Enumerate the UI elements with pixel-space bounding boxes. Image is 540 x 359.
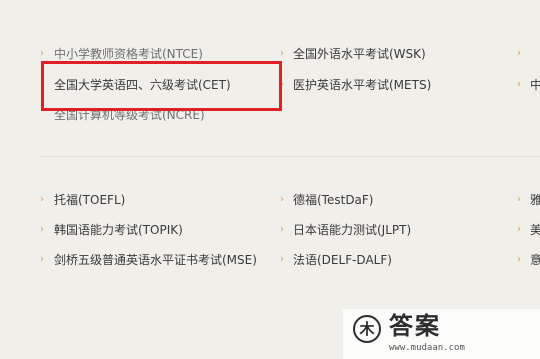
watermark-title: 答案 [389, 312, 441, 340]
exam-link-topik[interactable]: 韩国语能力考试(TOPIK) [54, 222, 183, 238]
chevron-right-icon: › [517, 194, 521, 205]
chevron-right-icon: › [40, 194, 44, 205]
exam-link-mse[interactable]: 剑桥五级普通英语水平证书考试(MSE) [54, 252, 257, 268]
exam-link-testdaf[interactable]: 德福(TestDaF) [293, 192, 374, 208]
exam-link-col3-row2[interactable]: 中 [530, 77, 540, 93]
chevron-right-icon: › [280, 224, 284, 235]
exam-link-col3-row1-bottom[interactable]: 雅 [530, 192, 540, 208]
chevron-right-icon: › [280, 48, 284, 59]
watermark-logo-icon: 木 [353, 315, 381, 343]
chevron-right-icon: › [517, 48, 521, 59]
exam-link-cet[interactable]: 全国大学英语四、六级考试(CET) [54, 77, 231, 93]
exam-link-toefl[interactable]: 托福(TOEFL) [54, 192, 125, 208]
exam-link-delf[interactable]: 法语(DELF-DALF) [293, 252, 392, 268]
exam-link-col3-row3-bottom[interactable]: 意 [530, 252, 540, 268]
section-divider [40, 156, 540, 157]
watermark-url: www.mudaan.com [389, 343, 465, 353]
chevron-right-icon: › [517, 79, 521, 90]
chevron-right-icon: › [40, 224, 44, 235]
exam-link-wsk[interactable]: 全国外语水平考试(WSK) [293, 46, 426, 62]
chevron-right-icon: › [517, 254, 521, 265]
chevron-right-icon: › [40, 48, 44, 59]
chevron-right-icon: › [40, 254, 44, 265]
exam-link-ntce[interactable]: 中小学教师资格考试(NTCE) [54, 46, 203, 62]
exam-link-ncre[interactable]: 全国计算机等级考试(NCRE) [54, 107, 205, 123]
exam-link-col3-row2-bottom[interactable]: 美 [530, 222, 540, 238]
chevron-right-icon: › [517, 224, 521, 235]
chevron-right-icon: › [280, 254, 284, 265]
watermark: 木 答案 www.mudaan.com [343, 309, 540, 359]
chevron-right-icon: › [280, 194, 284, 205]
exam-link-jlpt[interactable]: 日本语能力测试(JLPT) [293, 222, 411, 238]
exam-link-mets[interactable]: 医护英语水平考试(METS) [293, 77, 431, 93]
chevron-right-icon: › [280, 79, 284, 90]
exam-list-page: › 中小学教师资格考试(NTCE) 全国大学英语四、六级考试(CET) 全国计算… [0, 0, 540, 359]
